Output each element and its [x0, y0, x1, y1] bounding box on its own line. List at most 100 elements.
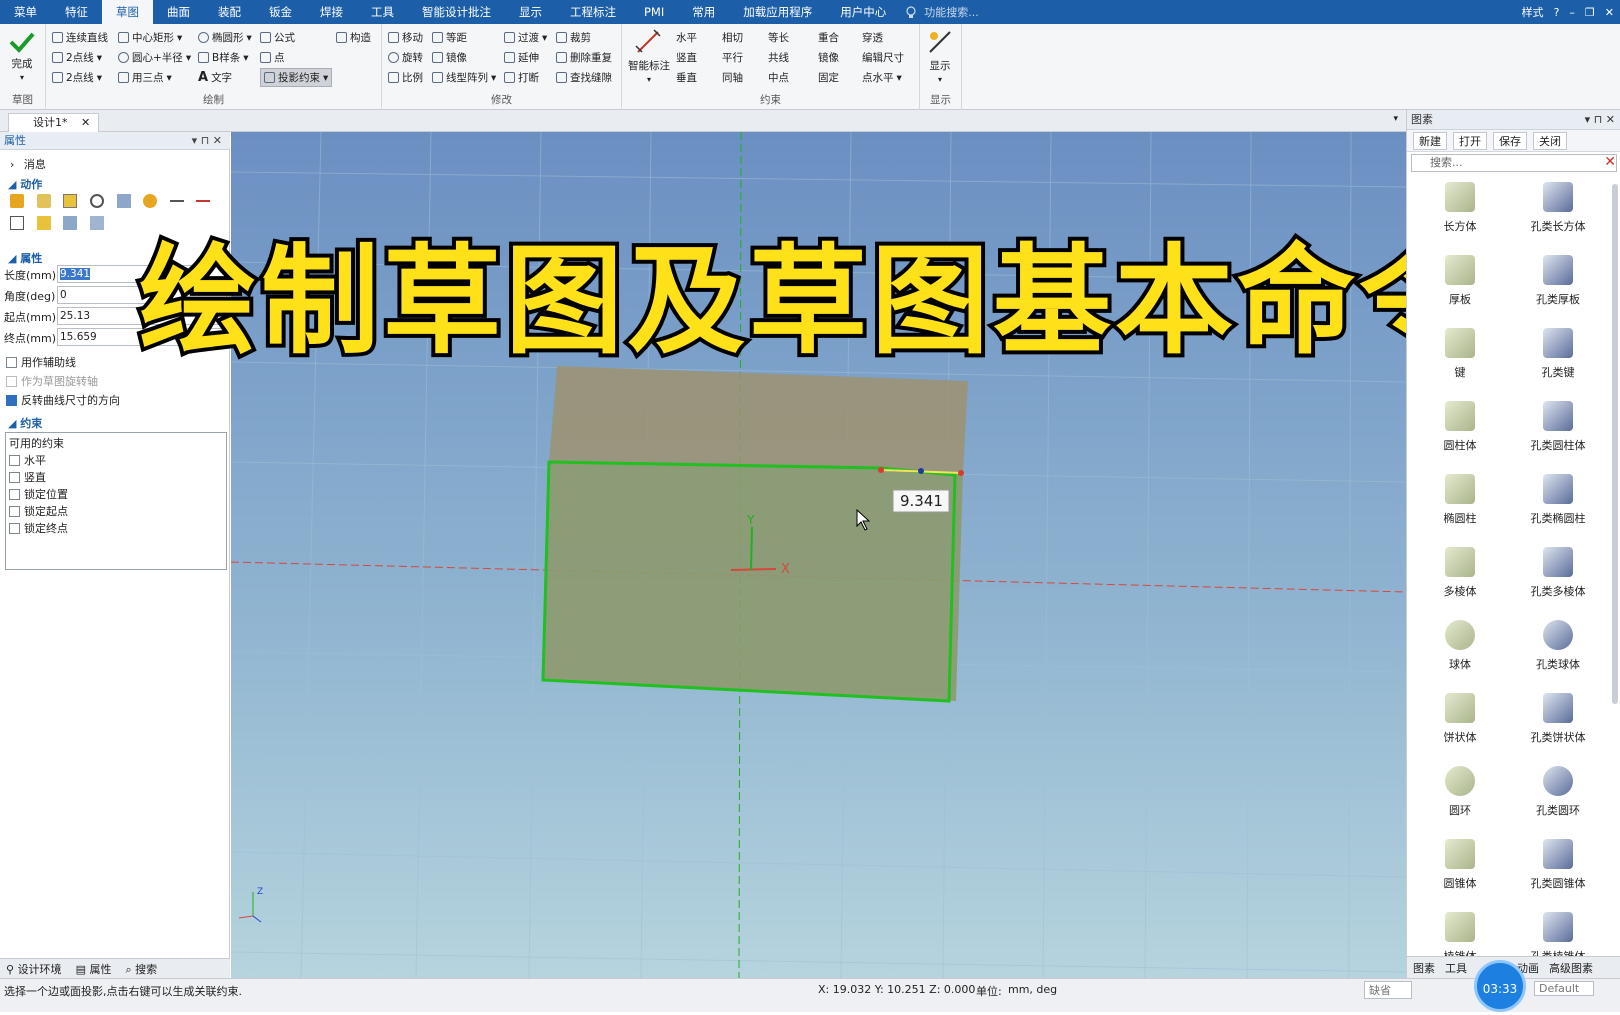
extend-button[interactable]: 延伸: [504, 50, 539, 65]
constraint-section-title[interactable]: ◢ 约束: [8, 415, 42, 431]
catalog-item[interactable]: 球体: [1411, 614, 1509, 687]
catalog-save-button[interactable]: 保存: [1493, 131, 1527, 150]
two-point-line-button[interactable]: 2点线 ▾: [52, 50, 102, 65]
constraint-vertical[interactable]: 竖直: [9, 469, 46, 485]
catalog-search-input[interactable]: 搜索...: [1411, 154, 1617, 172]
three-point-arc-button[interactable]: 用三点 ▾: [118, 70, 172, 85]
point-horizontal-button[interactable]: 点水平 ▾: [862, 70, 902, 85]
constraint-horizontal[interactable]: 水平: [9, 452, 46, 468]
search-clear-icon[interactable]: ✕: [1604, 154, 1616, 170]
endpoint-left[interactable]: [878, 467, 884, 473]
smart-dimension-button[interactable]: 智能标注 ▾: [628, 28, 670, 84]
style-menu[interactable]: 样式: [1522, 4, 1544, 20]
edit-dimension-button[interactable]: 编辑尺寸: [862, 50, 904, 65]
break-button[interactable]: 打断: [504, 70, 539, 85]
formula-button[interactable]: 公式: [260, 30, 295, 45]
bspline-button[interactable]: B样条 ▾: [198, 50, 249, 65]
catalog-item[interactable]: 饼状体: [1411, 687, 1509, 760]
menu-item-menu[interactable]: 菜单: [0, 0, 51, 24]
catalog-item[interactable]: 键: [1411, 322, 1509, 395]
catalog-item[interactable]: 孔类圆环: [1509, 760, 1607, 833]
feature-search[interactable]: 功能搜索...: [906, 4, 979, 20]
project-constraint-button[interactable]: 投影约束 ▾: [260, 68, 333, 87]
constraint-lock-position[interactable]: 锁定位置: [9, 486, 68, 502]
menu-item-pmi[interactable]: PMI: [630, 0, 678, 24]
minimize-icon[interactable]: –: [1569, 6, 1575, 19]
tab-catalog[interactable]: 图素: [1413, 960, 1435, 976]
menu-item-smart-annotation[interactable]: 智能设计批注: [408, 0, 505, 24]
tab-dropdown-icon[interactable]: ▾: [1393, 114, 1398, 124]
coincident-button[interactable]: 重合: [818, 30, 839, 45]
midpoint-handle[interactable]: [918, 468, 924, 474]
menu-item-surface[interactable]: 曲面: [153, 0, 204, 24]
catalog-open-button[interactable]: 打开: [1453, 131, 1487, 150]
message-section[interactable]: › 消息: [10, 156, 46, 172]
trim-button[interactable]: 裁剪: [556, 30, 591, 45]
menu-item-tools[interactable]: 工具: [357, 0, 408, 24]
dimension-value[interactable]: 9.341: [900, 492, 943, 510]
center-radius-button[interactable]: 圆心+半径 ▾: [118, 50, 191, 65]
tab-search[interactable]: ⌕ 搜索: [125, 961, 157, 977]
constraint-lock-start[interactable]: 锁定起点: [9, 503, 68, 519]
close-window-icon[interactable]: ✕: [1605, 6, 1614, 19]
menu-item-addins[interactable]: 加载应用程序: [729, 0, 826, 24]
fix-button[interactable]: 固定: [818, 70, 839, 85]
find-gap-button[interactable]: 查找缝隙: [556, 70, 612, 85]
catalog-close-button[interactable]: 关闭: [1533, 131, 1567, 150]
text-button[interactable]: A 文字: [198, 70, 232, 85]
catalog-item[interactable]: 孔类饼状体: [1509, 687, 1607, 760]
reverse-dimension-checkbox[interactable]: [6, 395, 17, 406]
mirror-constraint-button[interactable]: 镜像: [818, 50, 839, 65]
catalog-item[interactable]: 孔类厚板: [1509, 249, 1607, 322]
pierce-button[interactable]: 穿透: [862, 30, 883, 45]
catalog-item[interactable]: 长方体: [1411, 176, 1509, 249]
combo-default-1[interactable]: 缺省: [1364, 981, 1412, 999]
offset-button[interactable]: 等距: [432, 30, 467, 45]
extend-tool-icon[interactable]: [196, 200, 211, 202]
horizontal-button[interactable]: 水平: [676, 30, 697, 45]
polyline-button[interactable]: 连续直线: [52, 30, 108, 45]
delete-duplicate-button[interactable]: 删除重复: [556, 50, 612, 65]
action-section-title[interactable]: ◢ 动作: [8, 176, 42, 192]
scale-button[interactable]: 比例: [388, 70, 423, 85]
display-button[interactable]: 显示 ▾: [926, 28, 954, 84]
menu-item-drawing[interactable]: 工程标注: [556, 0, 630, 24]
linear-pattern-button[interactable]: 线型阵列 ▾: [432, 70, 496, 85]
tab-properties[interactable]: ▤ 属性: [76, 961, 112, 977]
tab-tools[interactable]: 工具: [1445, 960, 1467, 976]
catalog-item[interactable]: 圆环: [1411, 760, 1509, 833]
catalog-item[interactable]: 椭圆柱: [1411, 468, 1509, 541]
tangent-button[interactable]: 相切: [722, 30, 743, 45]
rotate-button[interactable]: 旋转: [388, 50, 423, 65]
document-tab[interactable]: 设计1* ✕: [8, 113, 100, 132]
menu-item-assembly[interactable]: 装配: [204, 0, 255, 24]
menu-item-sheetmetal[interactable]: 钣金: [255, 0, 306, 24]
reverse-dimension-option[interactable]: 反转曲线尺寸的方向: [6, 392, 120, 408]
catalog-item[interactable]: 圆柱体: [1411, 395, 1509, 468]
restore-icon[interactable]: ❐: [1585, 6, 1595, 19]
catalog-item[interactable]: 孔类球体: [1509, 614, 1607, 687]
catalog-scrollbar[interactable]: [1612, 184, 1618, 704]
close-tab-icon[interactable]: ✕: [81, 116, 90, 129]
menu-item-sketch[interactable]: 草图: [102, 0, 153, 24]
endpoint-right[interactable]: [958, 470, 964, 476]
tab-advanced-catalog[interactable]: 高级图素: [1549, 960, 1593, 976]
catalog-item[interactable]: 孔类圆柱体: [1509, 395, 1607, 468]
catalog-item[interactable]: 孔类长方体: [1509, 176, 1607, 249]
catalog-new-button[interactable]: 新建: [1413, 131, 1447, 150]
ellipse-button[interactable]: 椭圆形 ▾: [198, 30, 252, 45]
catalog-item[interactable]: 多棱体: [1411, 541, 1509, 614]
menu-item-display[interactable]: 显示: [505, 0, 556, 24]
catalog-item[interactable]: 孔类圆锥体: [1509, 833, 1607, 906]
help-icon[interactable]: ?: [1554, 6, 1560, 19]
concentric-button[interactable]: 同轴: [722, 70, 743, 85]
combo-default-2[interactable]: Default: [1534, 981, 1595, 996]
constraint-lock-end[interactable]: 锁定终点: [9, 520, 68, 536]
catalog-panel-controls[interactable]: ▾ ⊓ ✕: [1585, 110, 1615, 130]
menu-item-feature[interactable]: 特征: [51, 0, 102, 24]
catalog-item[interactable]: 孔类椭圆柱: [1509, 468, 1607, 541]
point-button[interactable]: 点: [260, 50, 285, 65]
panel-controls[interactable]: ▾ ⊓ ✕: [192, 132, 222, 150]
mirror-button[interactable]: 镜像: [432, 50, 467, 65]
catalog-item[interactable]: 孔类键: [1509, 322, 1607, 395]
